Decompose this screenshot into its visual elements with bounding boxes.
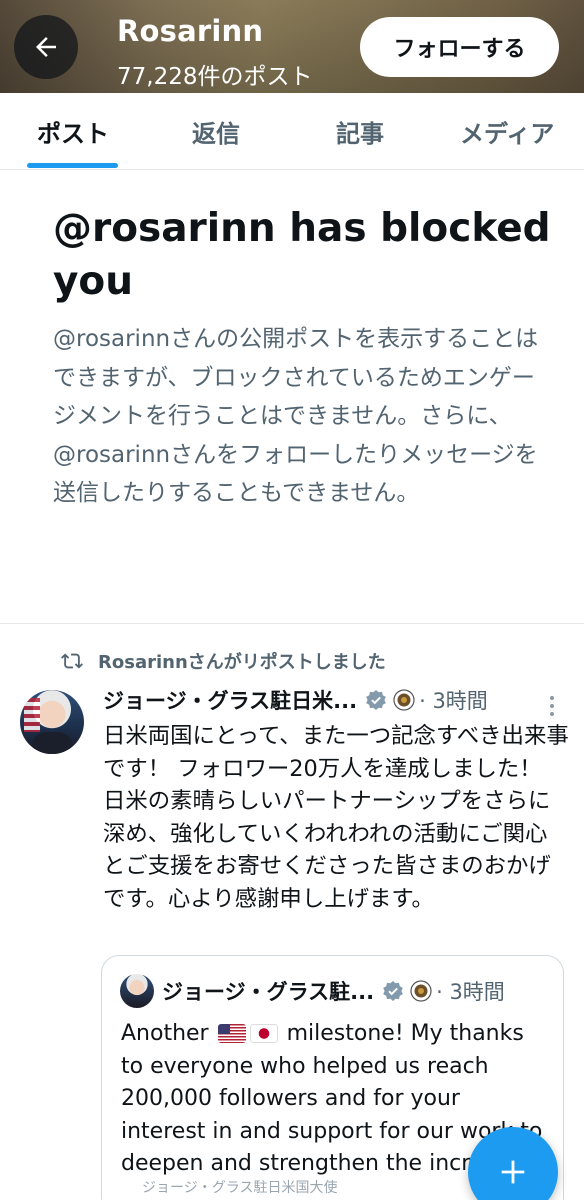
us-flag-icon [217, 1024, 246, 1043]
more-vertical-icon[interactable] [547, 694, 557, 718]
blocked-title: @rosarinn has blocked you [53, 206, 551, 304]
jp-flag-icon [249, 1024, 278, 1043]
quoted-avatar [120, 974, 154, 1008]
blocked-description: @rosarinnさんの公開ポストを表示することはできますが、ブロックされている… [53, 326, 539, 506]
embassy-seal-icon [410, 980, 432, 1002]
avatar-suit [32, 732, 72, 754]
post-timestamp: · 3時間 [419, 689, 488, 713]
arrow-left-icon [36, 37, 56, 57]
post-count: 77,228件のポスト [117, 64, 313, 90]
quoted-timestamp: · 3時間 [436, 980, 505, 1004]
repost-label: Rosarinnさんがリポストしました [98, 652, 386, 673]
tab-articles[interactable]: 記事 [336, 93, 384, 169]
quoted-post-header: ジョージ・グラス駐... · 3時間 [162, 976, 505, 1006]
post-author-name[interactable]: ジョージ・グラス駐日米... [103, 685, 357, 715]
profile-tabs: ポスト 返信 記事 メディア [0, 93, 584, 170]
repost-indicator[interactable]: Rosarinnさんがリポストしました [60, 648, 386, 674]
plus-icon [501, 1160, 525, 1184]
post-body: 日米両国にとって、また一つ記念すべき出来事です！ フォロワー20万人を達成しまし… [103, 723, 569, 912]
tab-replies[interactable]: 返信 [192, 93, 240, 169]
tab-posts[interactable]: ポスト [37, 93, 109, 169]
verified-badge-icon [366, 690, 386, 710]
embassy-seal-icon [393, 689, 415, 711]
follow-button[interactable]: フォローする [360, 17, 559, 77]
repost-icon [61, 653, 83, 669]
avatar[interactable] [20, 690, 84, 754]
tab-media[interactable]: メディア [460, 93, 554, 169]
verified-badge-icon [383, 981, 403, 1001]
section-divider [0, 623, 584, 624]
profile-name: Rosarinn [117, 14, 264, 48]
active-tab-indicator [27, 163, 118, 168]
back-button[interactable] [14, 15, 78, 79]
quoted-author-name: ジョージ・グラス駐... [162, 980, 375, 1004]
quoted-text-start: Another [121, 1021, 209, 1046]
post-header: ジョージ・グラス駐日米... · 3時間 [103, 686, 488, 714]
avatar-flag [24, 698, 40, 732]
